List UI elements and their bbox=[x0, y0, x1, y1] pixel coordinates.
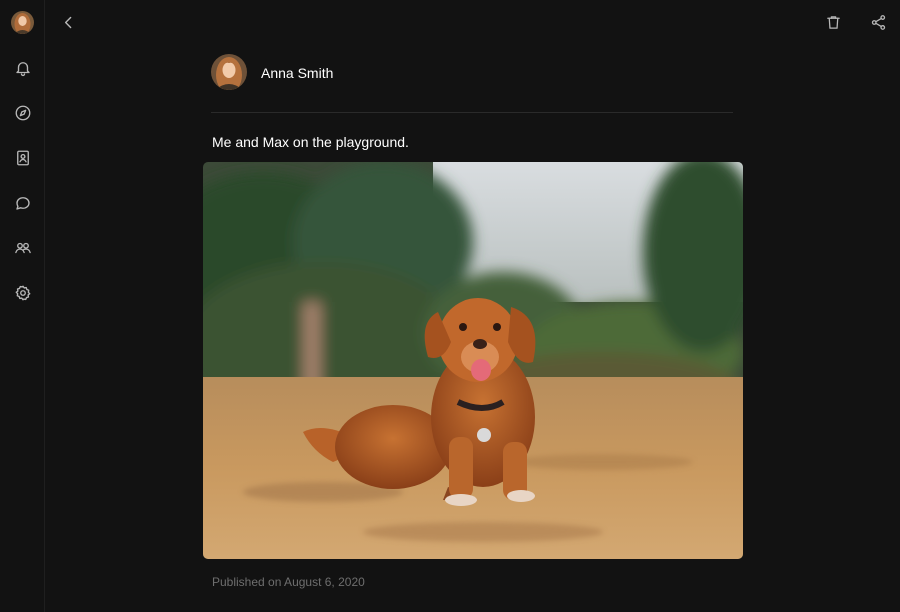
share-icon[interactable] bbox=[869, 13, 887, 31]
bell-icon[interactable] bbox=[13, 58, 32, 77]
trash-icon[interactable] bbox=[824, 13, 842, 31]
chat-bubble-icon[interactable] bbox=[13, 193, 32, 212]
post-photo[interactable] bbox=[203, 162, 743, 559]
author-name[interactable]: Anna Smith bbox=[261, 65, 333, 81]
sidebar bbox=[0, 0, 45, 612]
author-avatar[interactable] bbox=[211, 54, 247, 90]
compass-icon[interactable] bbox=[13, 103, 32, 122]
gear-icon[interactable] bbox=[13, 283, 32, 302]
post-header: Anna Smith bbox=[211, 54, 733, 113]
contact-book-icon[interactable] bbox=[13, 148, 32, 167]
user-avatar[interactable] bbox=[11, 11, 34, 34]
app-window: Anna Smith Me and Max on the playground. bbox=[0, 0, 900, 612]
chevron-left-icon[interactable] bbox=[59, 13, 77, 31]
post-caption: Me and Max on the playground. bbox=[212, 134, 409, 150]
published-date: Published on August 6, 2020 bbox=[212, 575, 365, 589]
users-icon[interactable] bbox=[13, 238, 32, 257]
